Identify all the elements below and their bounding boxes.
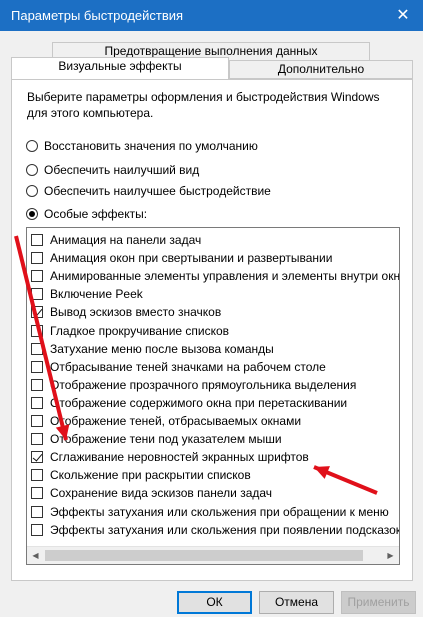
checkbox[interactable]	[31, 415, 43, 427]
radio-label: Восстановить значения по умолчанию	[44, 139, 258, 153]
effect-label: Эффекты затухания или скольжения при поя…	[50, 522, 400, 537]
effect-item[interactable]: Эффекты затухания или скольжения при поя…	[31, 521, 400, 539]
description-text: Выберите параметры оформления и быстроде…	[27, 90, 380, 120]
effect-item[interactable]: Сглаживание неровностей экранных шрифтов	[31, 448, 309, 466]
effect-label: Скольжение при раскрытии списков	[50, 468, 251, 483]
effect-item[interactable]: Отображение тени под указателем мыши	[31, 430, 282, 448]
effect-item[interactable]: Анимация на панели задач	[31, 231, 201, 249]
cancel-button[interactable]: Отмена	[259, 591, 334, 614]
effects-list[interactable]: Анимация на панели задач Анимация окон пр…	[26, 227, 400, 565]
checkbox-checked[interactable]	[31, 451, 43, 464]
checkbox[interactable]	[31, 505, 43, 518]
checkbox[interactable]	[31, 469, 43, 482]
title-bar: Параметры быстродействия ✕	[0, 0, 423, 31]
radio-label: Особые эффекты:	[44, 207, 148, 221]
effect-label: Затухание меню после вызова команды	[50, 341, 274, 356]
apply-button[interactable]: Применить	[341, 591, 416, 614]
checkbox[interactable]	[31, 234, 43, 246]
effect-label: Отбрасывание теней значками на рабочем с…	[50, 359, 326, 374]
effect-label: Анимация на панели задач	[50, 233, 202, 247]
effect-item[interactable]: Сохранение вида эскизов панели задач	[31, 484, 272, 502]
effect-item[interactable]: Включение Peek	[31, 285, 143, 303]
effect-item[interactable]: Эффекты затухания или скольжения при обр…	[31, 503, 389, 521]
radio-custom[interactable]: Особые эффекты:	[26, 205, 147, 223]
tab-advanced[interactable]: Дополнительно	[229, 60, 413, 79]
effect-label: Анимированные элементы управления и элем…	[50, 269, 400, 284]
effect-item[interactable]: Вывод эскизов вместо значков	[31, 303, 221, 321]
effect-label: Сохранение вида эскизов панели задач	[50, 486, 273, 501]
effect-label: Отображение тени под указателем мыши	[50, 432, 282, 447]
checkbox[interactable]	[31, 324, 43, 337]
effect-label: Сглаживание неровностей экранных шрифтов	[50, 450, 309, 465]
scroll-thumb[interactable]	[45, 550, 363, 561]
effect-label: Вывод эскизов вместо значков	[50, 305, 222, 320]
effect-label: Отображение прозрачного прямоугольника в…	[50, 377, 357, 392]
checkbox[interactable]	[31, 523, 43, 536]
effect-item[interactable]: Отображение прозрачного прямоугольника в…	[31, 376, 356, 394]
effect-label: Включение Peek	[50, 287, 143, 302]
effect-item[interactable]: Анимированные элементы управления и элем…	[31, 267, 400, 285]
effect-label: Отображение содержимого окна при перетас…	[50, 395, 348, 410]
scroll-right-icon[interactable]: ▶	[382, 547, 399, 564]
radio-best-performance[interactable]: Обеспечить наилучшее быстродействие	[26, 182, 271, 200]
checkbox[interactable]	[31, 342, 43, 355]
effect-label: Отображение теней, отбрасываемых окнами	[50, 414, 302, 428]
checkbox[interactable]	[31, 252, 43, 265]
radio-label: Обеспечить наилучший вид	[44, 163, 200, 177]
effect-label: Гладкое прокручивание списков	[50, 323, 230, 338]
effect-item[interactable]: Гладкое прокручивание списков	[31, 322, 229, 340]
effect-label: Анимация окон при свертывании и разверты…	[50, 251, 333, 266]
effect-item[interactable]: Анимация окон при свертывании и разверты…	[31, 249, 332, 267]
checkbox[interactable]	[31, 360, 43, 373]
tab-visual-effects[interactable]: Визуальные эффекты	[11, 57, 229, 79]
window-title: Параметры быстродействия	[11, 8, 184, 23]
radio-circle[interactable]	[26, 164, 38, 176]
effect-item[interactable]: Отображение теней, отбрасываемых окнами	[31, 412, 301, 430]
radio-circle-selected[interactable]	[26, 208, 38, 220]
checkbox[interactable]	[31, 433, 43, 446]
close-icon[interactable]: ✕	[383, 0, 423, 31]
effect-item[interactable]: Отбрасывание теней значками на рабочем с…	[31, 358, 326, 376]
radio-circle[interactable]	[26, 185, 38, 197]
radio-best-appearance[interactable]: Обеспечить наилучший вид	[26, 161, 199, 179]
checkbox[interactable]	[31, 378, 43, 391]
effect-item[interactable]: Скольжение при раскрытии списков	[31, 466, 251, 484]
radio-circle[interactable]	[26, 140, 38, 152]
radio-default[interactable]: Восстановить значения по умолчанию	[26, 137, 258, 155]
effect-label: Эффекты затухания или скольжения при обр…	[50, 504, 389, 519]
checkbox-checked[interactable]	[31, 306, 43, 319]
effect-item[interactable]: Затухание меню после вызова команды	[31, 340, 274, 358]
radio-label: Обеспечить наилучшее быстродействие	[44, 184, 271, 198]
checkbox[interactable]	[31, 270, 43, 283]
checkbox[interactable]	[31, 487, 43, 500]
ok-button[interactable]: ОК	[177, 591, 252, 614]
checkbox[interactable]	[31, 288, 43, 301]
scroll-left-icon[interactable]: ◀	[27, 547, 44, 564]
horizontal-scrollbar[interactable]: ◀ ▶	[27, 546, 399, 564]
effect-item[interactable]: Отображение содержимого окна при перетас…	[31, 394, 347, 412]
checkbox[interactable]	[31, 396, 43, 409]
